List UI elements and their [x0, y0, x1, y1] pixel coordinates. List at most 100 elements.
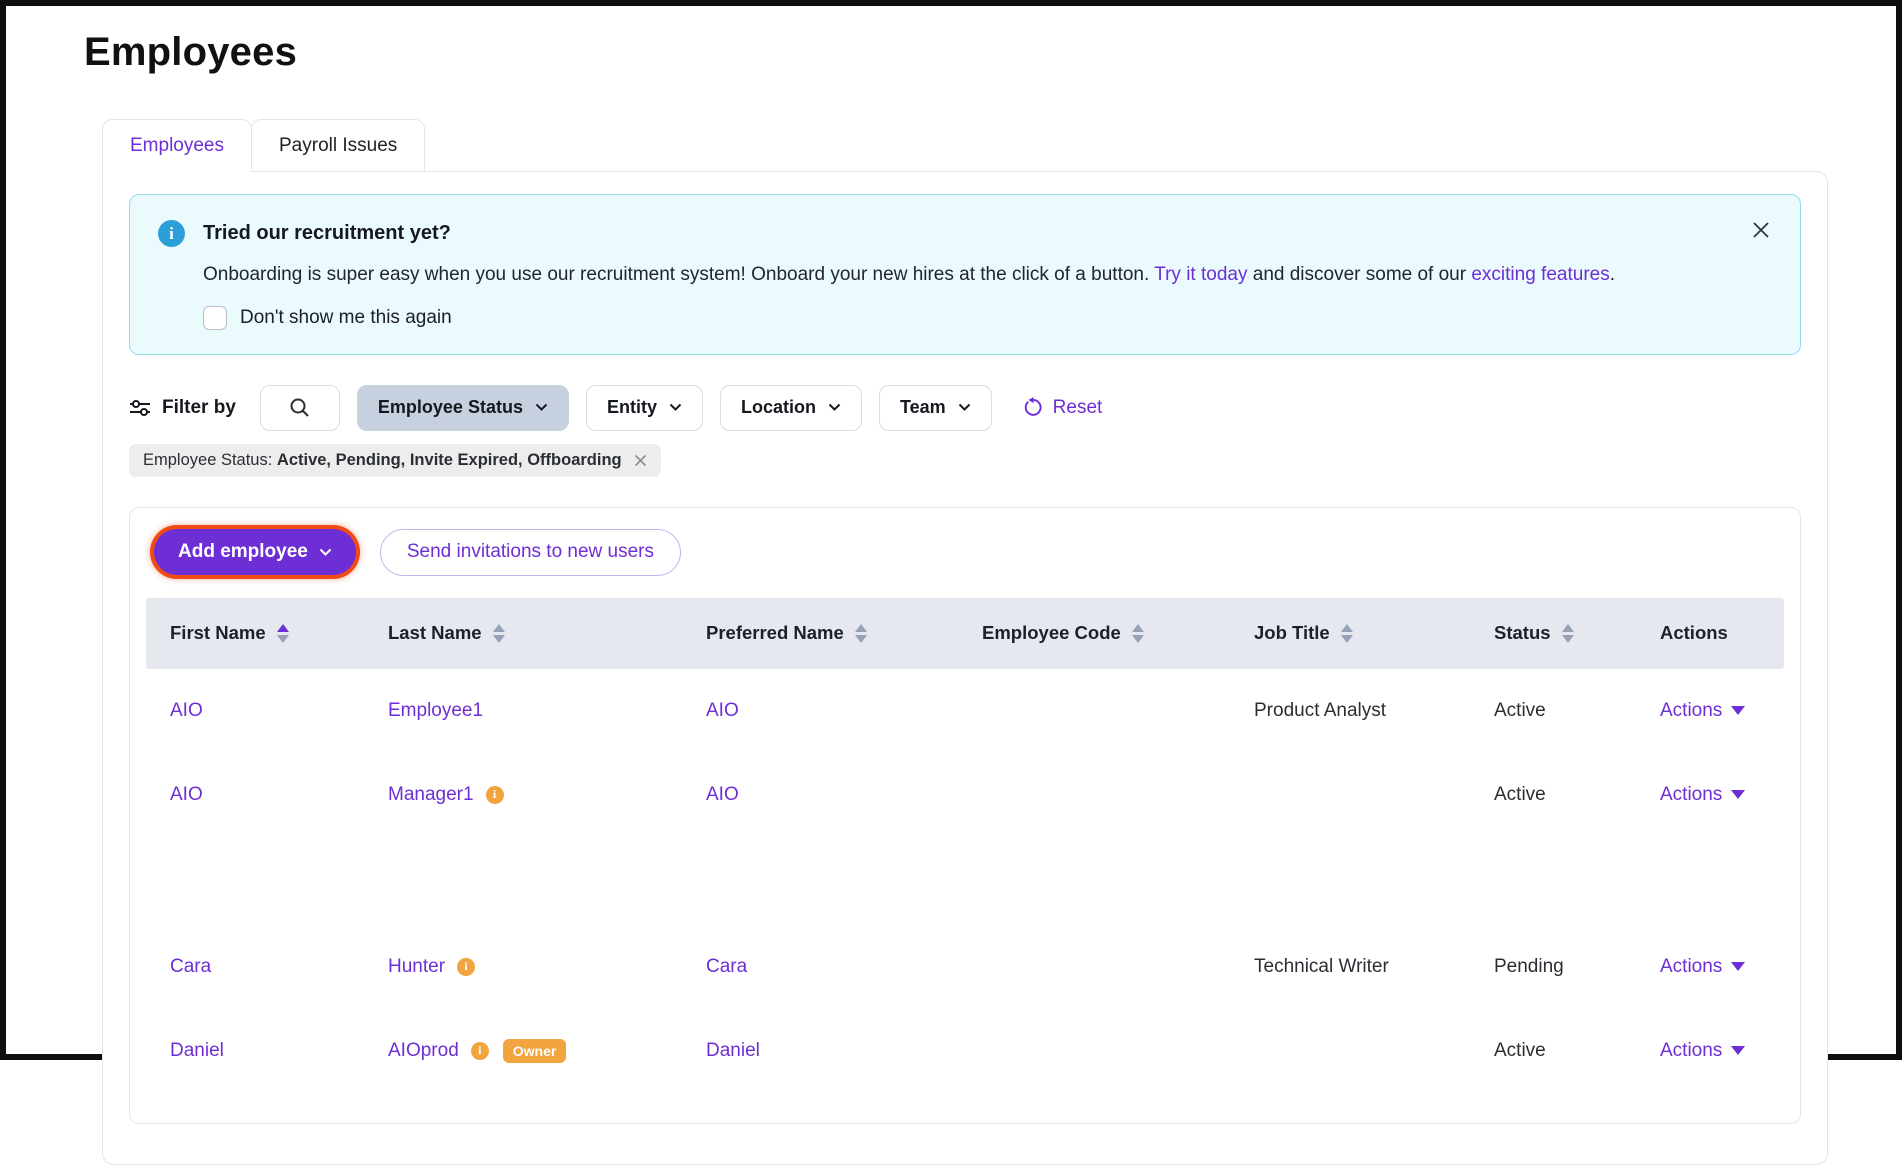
column-header-actions: Actions [1660, 622, 1784, 644]
row-actions-button[interactable]: Actions [1660, 700, 1745, 722]
column-label: Employee Code [982, 622, 1121, 644]
dont-show-again-label: Don't show me this again [240, 307, 452, 329]
cell-last-name: Hunter [388, 956, 706, 978]
cell-first-name: AIO [170, 784, 388, 806]
employee-first-name-link[interactable]: AIO [170, 784, 203, 806]
employees-page: Employees Employees Payroll Issues Tried… [6, 6, 1896, 1165]
reset-icon [1023, 397, 1044, 418]
add-employee-button[interactable]: Add employee [154, 529, 356, 575]
filter-dropdown-label: Employee Status [378, 397, 523, 418]
row-actions-button[interactable]: Actions [1660, 1040, 1745, 1062]
cell-status: Pending [1494, 956, 1660, 978]
filter-dropdown-label: Team [900, 397, 946, 418]
column-header-job-title[interactable]: Job Title [1254, 622, 1494, 644]
filter-dropdown-location[interactable]: Location [720, 385, 862, 431]
reset-filters-button[interactable]: Reset [1023, 397, 1103, 419]
row-actions-button[interactable]: Actions [1660, 784, 1745, 806]
try-it-today-link[interactable]: Try it today [1154, 264, 1247, 285]
filter-dropdowns: Employee Status Entity Location Team [357, 385, 992, 431]
cell-preferred-name: Cara [706, 956, 982, 978]
info-icon[interactable] [457, 958, 475, 976]
active-filter-chips: Employee Status: Active, Pending, Invite… [129, 444, 1801, 477]
table-header: First Name Last Name Preferred Name Employe… [146, 598, 1784, 669]
cell-actions: Actions [1660, 1040, 1784, 1062]
info-icon [158, 220, 185, 247]
employee-preferred-name-link[interactable]: AIO [706, 784, 739, 806]
cell-status: Active [1494, 700, 1660, 722]
tab-employees[interactable]: Employees [102, 119, 252, 172]
table-row: AIO Manager1 AIO ActiveActions [146, 753, 1784, 837]
row-spacer [146, 837, 1784, 925]
reset-label: Reset [1053, 397, 1103, 419]
banner-title: Tried our recruitment yet? [203, 222, 1615, 245]
list-actions-row: Add employee Send invitations to new use… [146, 529, 1784, 576]
cell-first-name: Daniel [170, 1040, 388, 1062]
cell-actions: Actions [1660, 700, 1784, 722]
tab-payroll-issues-label: Payroll Issues [279, 135, 397, 156]
table-row: Cara Hunter Cara Technical WriterPendingAct… [146, 925, 1784, 1009]
sort-icon [493, 624, 505, 643]
chevron-down-icon [1731, 706, 1745, 715]
filter-sliders-icon [129, 398, 151, 418]
row-actions-button[interactable]: Actions [1660, 956, 1745, 978]
cell-first-name: Cara [170, 956, 388, 978]
employee-last-name-link[interactable]: Hunter [388, 956, 445, 978]
sort-icon [1132, 624, 1144, 643]
cell-job-title: Technical Writer [1254, 956, 1494, 978]
chevron-down-icon [319, 548, 332, 557]
employees-table: First Name Last Name Preferred Name Employe… [146, 598, 1784, 1093]
employee-preferred-name-link[interactable]: Daniel [706, 1040, 760, 1062]
column-header-status[interactable]: Status [1494, 622, 1660, 644]
employee-last-name-link[interactable]: Manager1 [388, 784, 474, 806]
info-icon[interactable] [486, 786, 504, 804]
close-icon[interactable] [1750, 219, 1772, 241]
employee-list-card: Add employee Send invitations to new use… [129, 507, 1801, 1124]
dont-show-again-checkbox[interactable] [203, 306, 227, 330]
column-header-employee-code[interactable]: Employee Code [982, 622, 1254, 644]
info-icon[interactable] [471, 1042, 489, 1060]
column-header-preferred-name[interactable]: Preferred Name [706, 622, 982, 644]
filter-bar: Filter by Employee Status Entity Location T… [129, 385, 1801, 431]
search-icon [289, 397, 310, 418]
sort-icon [277, 624, 289, 643]
banner-text-1: Onboarding is super easy when you use ou… [203, 264, 1154, 285]
add-employee-label: Add employee [178, 541, 308, 563]
page-title: Employees [84, 30, 1896, 75]
filter-dropdown-employee-status[interactable]: Employee Status [357, 385, 569, 431]
chevron-down-icon [828, 403, 841, 412]
employee-last-name-link[interactable]: AIOprod [388, 1040, 459, 1062]
cell-status: Active [1494, 1040, 1660, 1062]
column-label: Last Name [388, 622, 482, 644]
employee-first-name-link[interactable]: AIO [170, 700, 203, 722]
column-label: First Name [170, 622, 266, 644]
cell-last-name: Manager1 [388, 784, 706, 806]
sort-icon [1341, 624, 1353, 643]
cell-preferred-name: AIO [706, 784, 982, 806]
employees-panel: Tried our recruitment yet? Onboarding is… [102, 171, 1828, 1165]
column-header-first-name[interactable]: First Name [170, 622, 388, 644]
filter-by-label-group: Filter by [129, 397, 236, 419]
cell-actions: Actions [1660, 784, 1784, 806]
employee-first-name-link[interactable]: Daniel [170, 1040, 224, 1062]
cell-last-name: AIOprodOwner [388, 1039, 706, 1063]
sort-icon [855, 624, 867, 643]
cell-actions: Actions [1660, 956, 1784, 978]
chip-text: Employee Status: Active, Pending, Invite… [143, 451, 622, 470]
employee-first-name-link[interactable]: Cara [170, 956, 211, 978]
search-button[interactable] [260, 385, 340, 431]
table-row: DanielAIOprodOwnerDanielActiveActions [146, 1009, 1784, 1093]
employee-last-name-link[interactable]: Employee1 [388, 700, 483, 722]
remove-filter-icon[interactable] [634, 454, 647, 467]
employee-preferred-name-link[interactable]: Cara [706, 956, 747, 978]
employee-preferred-name-link[interactable]: AIO [706, 700, 739, 722]
cell-status: Active [1494, 784, 1660, 806]
tab-payroll-issues[interactable]: Payroll Issues [251, 119, 425, 172]
column-header-last-name[interactable]: Last Name [388, 622, 706, 644]
filter-dropdown-team[interactable]: Team [879, 385, 992, 431]
send-invitations-button[interactable]: Send invitations to new users [380, 529, 681, 576]
exciting-features-link[interactable]: exciting features [1471, 264, 1609, 285]
column-label: Preferred Name [706, 622, 844, 644]
filter-dropdown-entity[interactable]: Entity [586, 385, 703, 431]
dont-show-again-row: Don't show me this again [203, 306, 1615, 330]
send-invitations-label: Send invitations to new users [407, 541, 654, 562]
